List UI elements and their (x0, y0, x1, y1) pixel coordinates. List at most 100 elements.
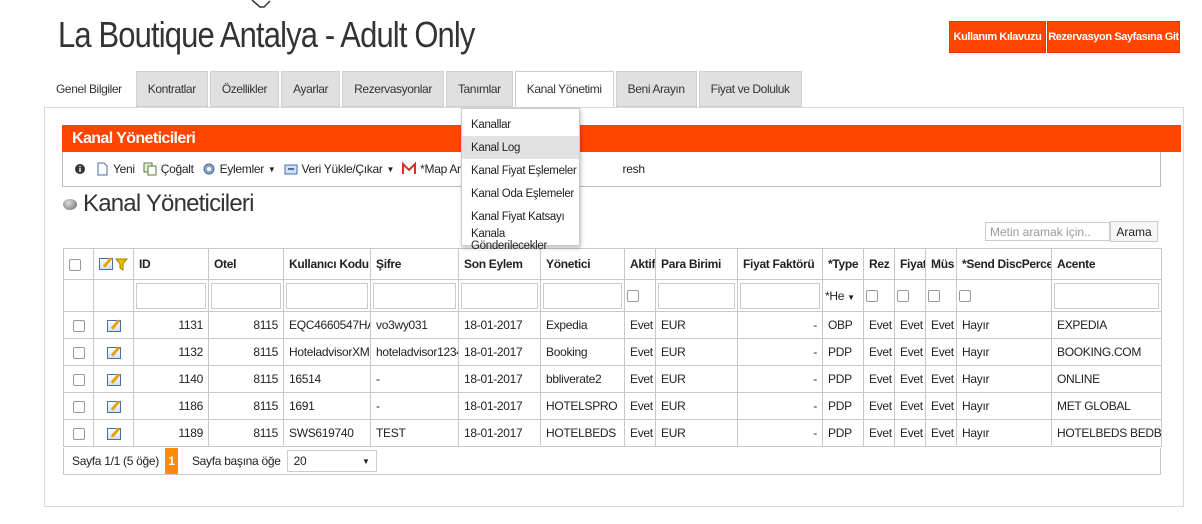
main-tabs: Genel Bilgiler Kontratlar Özellikler Aya… (44, 71, 804, 107)
filter-empty-1 (63, 279, 94, 312)
filter-type-cell[interactable]: *He ▼ (822, 279, 864, 312)
row-checkbox[interactable] (72, 346, 85, 359)
tab-general[interactable]: Genel Bilgiler (44, 71, 134, 107)
row-checkbox[interactable] (72, 427, 85, 440)
table-row[interactable]: 1140 8115 16514-18-01-2017 bbliverate2 Evet E… (63, 365, 1162, 393)
cell-agency: ONLINE (1051, 365, 1162, 393)
search-input[interactable] (985, 222, 1110, 241)
search-button[interactable]: Arama (1110, 221, 1158, 242)
cell-password: - (370, 365, 459, 393)
table-row[interactable]: 11318115EQC4660547HADvo3wy03118-01-2017E… (63, 311, 1162, 339)
actions-menu[interactable]: Eylemler ▼ (202, 162, 276, 176)
edit-icon (99, 258, 113, 270)
menu-item-channel-to-send[interactable]: Kanala Gönderilecekler (462, 228, 579, 252)
menu-item-channel-room-mappings[interactable]: Kanal Oda Eşlemeler (462, 182, 579, 205)
edit-icon[interactable] (106, 373, 121, 386)
gear-icon (203, 163, 215, 175)
filter-agency-input[interactable] (1054, 282, 1159, 309)
filter-icon[interactable] (115, 258, 128, 271)
tab-definitions[interactable]: Tanımlar (445, 71, 513, 107)
cell-agency: HOTELBEDS BEDBANK (1051, 419, 1162, 447)
col-user-code[interactable]: Kullanıcı Kodu (283, 248, 371, 280)
cell-last-action: 18-01-2017 (458, 311, 541, 339)
edit-icon[interactable] (106, 427, 121, 440)
filter-manager-input[interactable] (543, 282, 622, 309)
filter-row: *He ▼ (63, 279, 1162, 312)
edit-icon[interactable] (106, 400, 121, 413)
copy-button[interactable]: Çoğalt (143, 162, 194, 176)
filter-last-action-input[interactable] (461, 282, 538, 309)
filter-currency-input[interactable] (658, 282, 735, 309)
row-checkbox[interactable] (72, 319, 85, 332)
toolbar: Yeni Çoğalt Eylemler ▼ Veri Yükle/Çıkar … (62, 152, 1161, 187)
tab-price-occupancy[interactable]: Fiyat ve Doluluk (698, 71, 802, 107)
col-hotel[interactable]: Otel (208, 248, 284, 280)
cell-last-action: 18-01-2017 (458, 392, 541, 420)
cell-price: Evet (894, 338, 926, 366)
col-reservation[interactable]: Rez (863, 248, 895, 280)
edit-icon[interactable] (106, 346, 121, 359)
filter-customer-checkbox[interactable] (928, 290, 940, 303)
cell-active: Evet (624, 311, 656, 339)
new-button[interactable]: Yeni (95, 162, 135, 176)
col-last-action[interactable]: Son Eylem (458, 248, 541, 280)
select-all-header[interactable] (63, 248, 94, 280)
col-customer[interactable]: Müs (925, 248, 957, 280)
filter-price-factor-input[interactable] (740, 282, 820, 309)
filter-hotel-input[interactable] (211, 282, 281, 309)
cell-price: Evet (894, 419, 926, 447)
refresh-button[interactable]: resh (623, 162, 645, 176)
edit-icon[interactable] (106, 319, 121, 332)
table-row[interactable]: 1186 8115 1691-18-01-2017 HOTELSPRO Evet EUR -… (63, 392, 1162, 420)
info-button[interactable] (73, 162, 87, 176)
filter-id-cell (133, 279, 209, 312)
menu-item-channel-log[interactable]: Kanal Log (462, 136, 579, 159)
table-row[interactable]: 1189 8115 SWS619740 TEST 18-01-2017 HOTELBEDS… (63, 419, 1162, 447)
cell-active: Evet (624, 392, 656, 420)
tab-channel-management[interactable]: Kanal Yönetimi (514, 71, 614, 107)
filter-type-select[interactable]: *He (825, 289, 844, 303)
filter-send-disc-checkbox[interactable] (959, 290, 971, 303)
menu-item-channel-price-coefficient[interactable]: Kanal Fiyat Katsayı (462, 205, 579, 228)
col-send-disc-percent[interactable]: *Send DiscPercent (956, 248, 1052, 280)
filter-reservation-checkbox[interactable] (866, 290, 878, 303)
cell-currency: EUR (655, 311, 738, 339)
col-price[interactable]: Fiyat (894, 248, 926, 280)
chevron-down-icon: ▼ (386, 164, 395, 174)
filter-price-checkbox[interactable] (897, 290, 909, 303)
tab-features[interactable]: Özellikler (209, 71, 280, 107)
tab-reservations[interactable]: Rezervasyonlar (342, 71, 444, 107)
cell-agency: EXPEDIA (1051, 311, 1162, 339)
menu-item-channel-price-mappings[interactable]: Kanal Fiyat Eşlemeler (462, 159, 579, 182)
cell-reservation: Evet (863, 392, 895, 420)
col-active[interactable]: Aktif (624, 248, 656, 280)
row-checkbox[interactable] (72, 400, 85, 413)
user-guide-button[interactable]: Kullanım Kılavuzu (949, 21, 1046, 53)
col-currency[interactable]: Para Birimi (655, 248, 738, 280)
col-agency[interactable]: Acente (1051, 248, 1162, 280)
per-page-select[interactable]: 20 ▼ (286, 450, 377, 472)
menu-item-channels[interactable]: Kanallar (462, 113, 579, 136)
filter-password-input[interactable] (373, 282, 456, 309)
col-password[interactable]: Şifre (370, 248, 459, 280)
tab-call-me[interactable]: Beni Arayın (615, 71, 697, 107)
cell-price-factor: - (737, 338, 823, 366)
col-price-factor[interactable]: Fiyat Faktörü (737, 248, 823, 280)
data-import-export-menu[interactable]: Veri Yükle/Çıkar ▼ (284, 162, 395, 176)
col-type[interactable]: *Type (822, 248, 864, 280)
col-manager[interactable]: Yönetici (540, 248, 625, 280)
select-all-checkbox[interactable] (69, 258, 81, 271)
col-id[interactable]: ID (133, 248, 209, 280)
page-1-button[interactable]: 1 (164, 448, 178, 474)
reservation-page-button[interactable]: Rezervasyon Sayfasına Git (1047, 21, 1180, 53)
filter-id-input[interactable] (136, 282, 206, 309)
cell-id: 1140 (133, 365, 209, 393)
cell-password: hoteladvisor1234 (370, 338, 459, 366)
row-checkbox[interactable] (72, 373, 85, 386)
per-page-value: 20 (293, 454, 307, 468)
filter-active-checkbox[interactable] (627, 290, 639, 303)
tab-settings[interactable]: Ayarlar (281, 71, 341, 107)
tab-contracts[interactable]: Kontratlar (135, 71, 208, 107)
table-row[interactable]: 1132 8115 HoteladvisorXML hoteladvisor1234 1… (63, 338, 1162, 366)
filter-user-code-input[interactable] (286, 282, 368, 309)
